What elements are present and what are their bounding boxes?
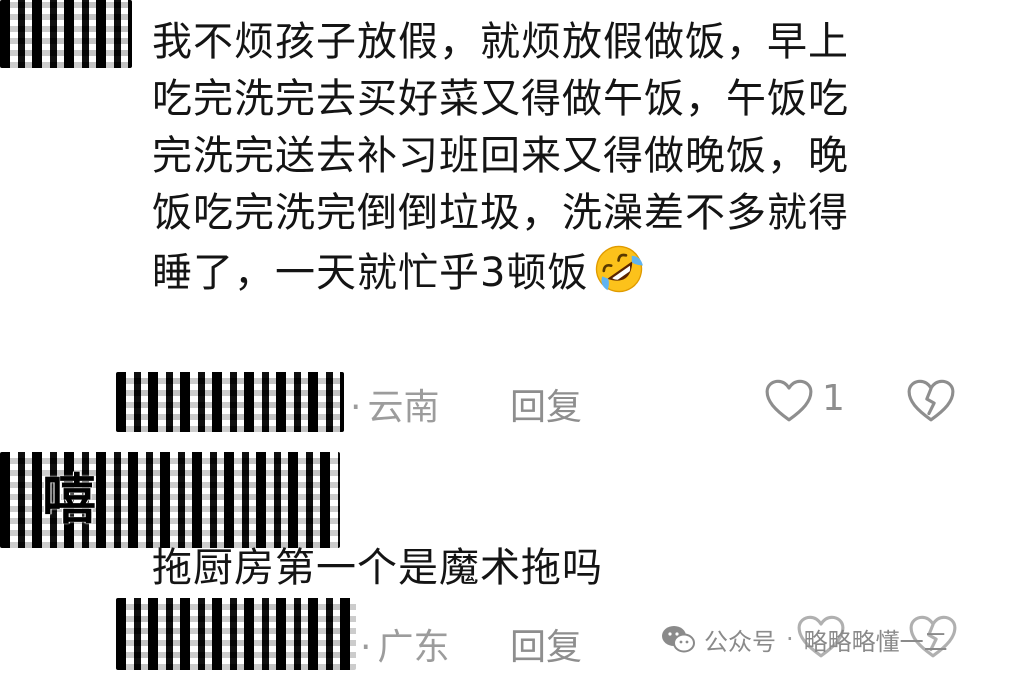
comment-text-line: 完洗完送去补习班回来又得做晚饭，晚: [152, 133, 849, 179]
censored-name-glyph: 嘻: [42, 468, 96, 531]
reply-comment-text: 拖厨房第一个是魔术拖吗: [152, 545, 603, 591]
meta-separator: ·: [360, 627, 372, 668]
reply-meta: · 广东: [360, 618, 449, 670]
username-censored[interactable]: [116, 372, 344, 432]
location-label: 广东: [377, 627, 450, 668]
comment-thread: 我不烦孩子放假，就烦放假做饭，早上 吃完洗完去买好菜又得做午饭，午饭吃 完洗完送…: [0, 0, 1024, 682]
meta-separator: ·: [350, 387, 362, 428]
watermark-account: 略略略懂一二: [803, 627, 948, 656]
reply-avatar-censored[interactable]: 嘻: [0, 452, 340, 548]
comment-text-line: 我不烦孩子放假，就烦放假做饭，早上: [152, 19, 849, 65]
comment-text: 我不烦孩子放假，就烦放假做饭，早上 吃完洗完去买好菜又得做午饭，午饭吃 完洗完送…: [152, 14, 982, 302]
watermark-separator: ·: [786, 625, 794, 653]
heart-outline-icon[interactable]: [764, 378, 814, 422]
watermark-prefix: 公众号: [704, 627, 776, 656]
comment-meta: · 云南: [350, 378, 439, 430]
comment-text-line: 饭吃完洗完倒倒垃圾，洗澡差不多就得: [152, 190, 849, 236]
wechat-watermark: 公众号 · 略略略懂一二: [660, 618, 948, 660]
avatar-censored[interactable]: [0, 0, 132, 68]
wechat-icon: [662, 626, 695, 653]
reply-username-censored[interactable]: [116, 598, 356, 670]
broken-heart-icon[interactable]: [906, 378, 956, 422]
rolling-on-floor-laughing-icon: [596, 245, 644, 293]
comment-text-line: 吃完洗完去买好菜又得做午饭，午饭吃: [152, 76, 849, 122]
comment-text-last: 睡了，一天就忙乎3顿饭: [152, 250, 589, 296]
location-label: 云南: [367, 387, 440, 428]
comment-text-line: 睡了，一天就忙乎3顿饭: [152, 242, 982, 302]
reply-button[interactable]: 回复: [510, 618, 582, 670]
reply-button[interactable]: 回复: [510, 378, 582, 430]
like-count: 1: [822, 378, 845, 419]
